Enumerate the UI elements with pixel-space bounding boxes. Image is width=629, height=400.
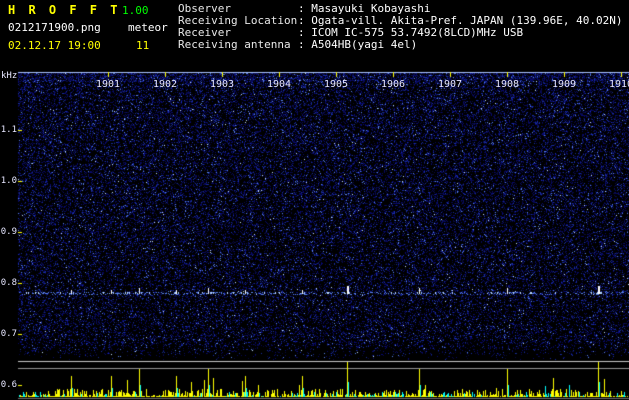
freq-label: 0.8 [0, 278, 17, 288]
time-label: 1909 [551, 79, 577, 90]
echo-count: 11 [136, 39, 150, 52]
output-filename: 0212171900.png [8, 21, 101, 34]
field-antenna-value: : A504HB(yagi 4el) [298, 38, 418, 51]
field-antenna-label: Receiving antenna [178, 38, 291, 51]
spectrogram-canvas [0, 70, 629, 400]
app-title: H R O F F T [8, 3, 121, 17]
freq-label: 0.7 [0, 329, 17, 339]
mode-label: meteor [128, 21, 168, 34]
hrofft-screen: { "app": { "title": "H R O F F T", "vers… [0, 0, 629, 400]
time-label: 1905 [323, 79, 349, 90]
station-info: Observer: Masayuki Kobayashi Receiving L… [178, 3, 623, 51]
time-label: 1910 [608, 79, 629, 90]
time-label: 1902 [152, 79, 178, 90]
field-antenna: Receiving antenna : A504HB(yagi 4el) [178, 39, 623, 51]
app-version: 1.00 [122, 4, 149, 17]
freq-axis-unit: kHz [1, 71, 18, 81]
freq-label: 1.0 [0, 176, 17, 186]
time-label: 1903 [209, 79, 235, 90]
time-label: 1901 [95, 79, 121, 90]
freq-label: 0.9 [0, 227, 17, 237]
freq-label: 0.6 [0, 380, 17, 390]
datetime-label: 02.12.17 19:00 [8, 39, 101, 52]
time-label: 1904 [266, 79, 292, 90]
time-label: 1907 [437, 79, 463, 90]
freq-label: 1.1 [0, 125, 17, 135]
time-label: 1908 [494, 79, 520, 90]
time-label: 1906 [380, 79, 406, 90]
